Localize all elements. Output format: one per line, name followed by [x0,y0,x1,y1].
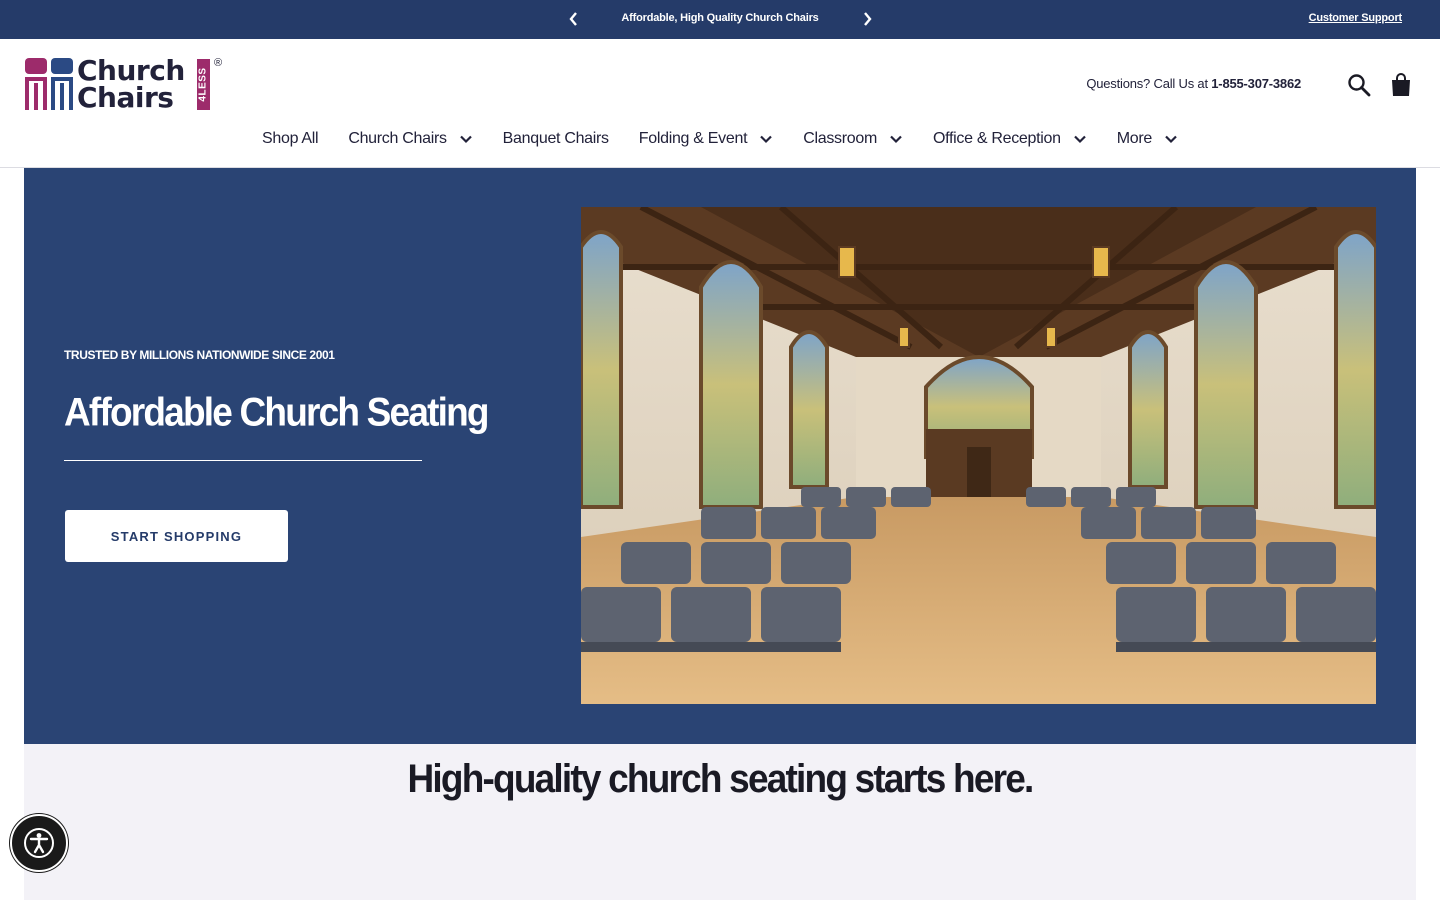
logo-chairs-icon [25,58,73,110]
nav-label: Banquet Chairs [502,130,609,147]
hero-church-interior-image [581,207,1376,704]
nav-banquet-chairs[interactable]: Banquet Chairs [503,129,609,149]
chevron-down-icon [1073,135,1086,144]
nav-label: Church Chairs [348,130,447,147]
nav-folding-event[interactable]: Folding & Event [639,129,773,149]
search-icon[interactable] [1347,73,1371,97]
nav-church-chairs[interactable]: Church Chairs [348,129,472,149]
nav-label: Classroom [803,130,877,147]
logo-line-2: Chairs [77,81,174,114]
hero-banner: TRUSTED BY MILLIONS NATIONWIDE SINCE 200… [24,168,1416,744]
phone-prefix: Questions? Call Us at [1086,76,1208,91]
shopping-bag-icon[interactable] [1390,73,1414,97]
site-logo[interactable]: Church Chairs 4LESS ® [24,57,229,113]
chevron-down-icon [760,135,773,144]
phone-contact: Questions? Call Us at 1-855-307-3862 [1086,76,1301,91]
logo-line-1: Church [77,54,185,87]
logo-badge-text: 4LESS [198,67,209,102]
logo-registered-mark: ® [214,57,223,69]
chevron-down-icon [1165,135,1177,144]
nav-office-reception[interactable]: Office & Reception [933,129,1087,149]
logo-wordmark: Church Chairs [77,54,185,114]
accessibility-icon[interactable] [10,814,68,872]
nav-label: Folding & Event [638,130,748,147]
nav-shop-all[interactable]: Shop All [262,129,319,149]
announcement-text: Affordable, High Quality Church Chairs [621,12,819,24]
hero-title: Affordable Church Seating [64,390,490,435]
nav-label: Office & Reception [933,130,1061,147]
nav-label: Shop All [262,130,319,147]
logo-badge: 4LESS [197,59,210,110]
section-heading: High-quality church seating starts here. [407,756,1035,801]
chevron-down-icon [890,135,902,144]
site-header: Church Chairs 4LESS ® Questions? Call Us… [0,39,1440,168]
main-nav: Shop All Church Chairs Banquet Chairs Fo… [0,129,1440,149]
nav-label: More [1116,130,1153,147]
chevron-down-icon [459,135,472,144]
chevron-right-icon[interactable] [857,9,877,29]
customer-support-link[interactable]: Customer Support [1309,12,1403,24]
hero-eyebrow: TRUSTED BY MILLIONS NATIONWIDE SINCE 200… [64,348,335,362]
nav-more[interactable]: More [1117,129,1178,149]
nav-classroom[interactable]: Classroom [803,129,903,149]
start-shopping-button[interactable]: START SHOPPING [65,510,288,562]
intro-section: High-quality church seating starts here. [24,744,1416,900]
hero-divider [64,460,422,461]
announcement-bar: Affordable, High Quality Church Chairs C… [0,0,1440,39]
chevron-left-icon[interactable] [564,9,584,29]
phone-number[interactable]: 1-855-307-3862 [1211,76,1301,91]
